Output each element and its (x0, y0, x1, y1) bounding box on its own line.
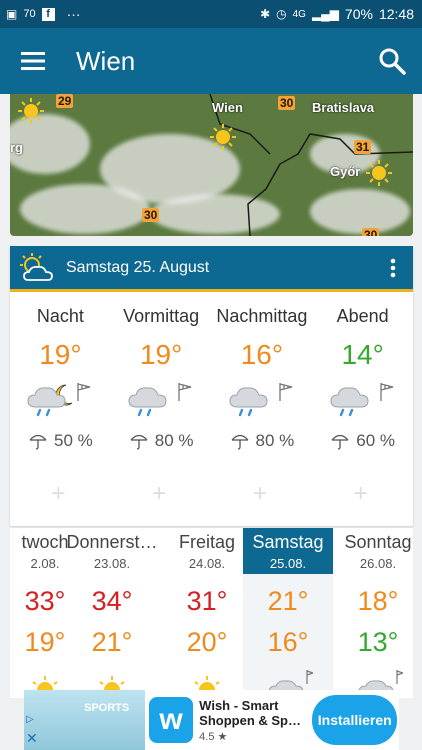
expand-plus-icon[interactable]: + (354, 480, 368, 508)
forecast-day[interactable]: Sonntag 26.08. 18° 13° (333, 528, 413, 698)
forecast-day-name: Samstag (252, 532, 324, 552)
period-temp: 19° (139, 339, 183, 370)
period-column[interactable]: Nacht 19° 50 % + (10, 292, 111, 522)
day-detail-date: Samstag 25. August (66, 258, 210, 276)
app-bar: Wien (0, 28, 422, 94)
period-temp: 19° (39, 339, 82, 370)
rain-probability: 80 % (111, 431, 212, 451)
forecast-max-temp: 18° (357, 586, 399, 616)
rain-percent: 80 % (255, 431, 295, 450)
forecast-min-temp: 21° (91, 627, 133, 657)
wind-icon (279, 383, 293, 401)
period-temp: 16° (240, 339, 284, 370)
forecast-min-temp: 20° (186, 627, 228, 657)
install-button[interactable]: Installieren (312, 695, 397, 745)
day-detail-card: Samstag 25. August Nacht 19° 50 % + Vormitta… (10, 246, 413, 526)
wind-icon (178, 383, 192, 401)
expand-plus-icon[interactable]: + (253, 480, 267, 508)
weather-map[interactable]: Wien Bratislava Győr rg 29 30 31 30 30 (10, 94, 413, 236)
sun-cloud-icon (18, 252, 56, 283)
period-name: Nacht (36, 306, 84, 326)
map-temp: 30 (278, 96, 296, 110)
ad-banner[interactable]: ▷ ✕ SPORTS w Wish - Smart Shoppen & Sp… … (24, 690, 399, 750)
period-name: Vormittag (123, 306, 200, 326)
map-label-gyor: Győr (330, 164, 361, 179)
forecast-min-temp: 13° (357, 627, 399, 657)
rain-percent: 60 % (356, 431, 395, 450)
period-column[interactable]: Abend 14° 60 % + (312, 292, 413, 522)
ad-close-icon[interactable]: ✕ (26, 730, 38, 747)
more-options-icon[interactable] (373, 245, 413, 291)
clock: 12:48 (378, 6, 414, 22)
map-temp: 31 (354, 140, 372, 154)
expand-plus-icon[interactable]: + (51, 480, 65, 508)
rain-probability: 60 % (312, 431, 413, 451)
ad-title: Wish - Smart Shoppen & Sp… (199, 697, 302, 728)
page-title: Wien (76, 45, 136, 76)
ad-image[interactable]: ▷ ✕ SPORTS (24, 690, 145, 750)
sun-icon (210, 124, 236, 150)
period-name: Abend (336, 306, 389, 326)
umbrella-icon (29, 434, 47, 450)
cloud-rain-icon (212, 379, 313, 419)
network-type: 4G (292, 8, 306, 20)
day-detail-header[interactable]: Samstag 25. August (10, 246, 413, 292)
map-temp: 30 (142, 208, 160, 222)
umbrella-icon (231, 434, 248, 450)
umbrella-icon (130, 434, 148, 450)
forecast-day-selected[interactable]: Samstag 25.08. 21° 16° (243, 528, 333, 698)
sun-icon (18, 98, 44, 124)
period-name: Nachmittag (216, 306, 308, 326)
facebook-icon: f (41, 7, 55, 21)
forecast-day-name: Freitag (178, 532, 236, 552)
forecast-max-temp: 34° (91, 586, 133, 616)
signal-icon: ▂▄▆ (311, 7, 339, 21)
status-bar: ▣ 70 f ··· ✱ ◷ 4G ▂▄▆ 70% 12:48 (0, 0, 422, 28)
daily-forecast-strip[interactable]: twoch 2.08. 33° 19° Donnerst… 23.08. 34° 21° Fre… (10, 528, 413, 698)
map-label-partial: rg (10, 140, 23, 155)
ad-sports-text: SPORTS (84, 702, 130, 714)
forecast-max-temp: 31° (186, 586, 228, 616)
cloud-rain-icon (312, 379, 413, 419)
map-label-bratislava: Bratislava (312, 100, 375, 115)
cloud-rain-icon (111, 379, 212, 419)
image-notification-icon: ▣ (6, 7, 18, 21)
map-label-wien: Wien (212, 100, 243, 115)
forecast-day-date: 23.08. (93, 556, 131, 571)
rain-probability: 50 % (10, 431, 111, 451)
sun-icon (366, 160, 392, 186)
bluetooth-icon: ✱ (260, 7, 271, 21)
wish-logo-icon: w (149, 697, 194, 743)
forecast-max-temp: 21° (267, 586, 309, 616)
wind-icon (77, 383, 91, 401)
map-temp: 30 (362, 228, 380, 236)
rain-probability: 80 % (212, 431, 313, 451)
status-left-battery: 70 (23, 8, 36, 20)
forecast-day-name: Donnerst… (66, 532, 158, 552)
forecast-day[interactable]: Freitag 24.08. 31° 20° (162, 528, 252, 698)
moon-cloud-rain-icon (10, 379, 111, 419)
forecast-day-date: 26.08. (359, 556, 397, 571)
hamburger-menu-icon[interactable] (0, 28, 66, 94)
forecast-day[interactable]: Donnerst… 23.08. 34° 21° (62, 528, 162, 698)
forecast-day-date: 25.08. (269, 556, 307, 571)
more-notifications-dots: ··· (66, 6, 81, 22)
ad-choices-icon[interactable]: ▷ (26, 714, 34, 725)
ad-rating: 4.5 ★ (199, 730, 228, 743)
rain-percent: 50 % (54, 431, 93, 450)
alarm-icon: ◷ (276, 7, 287, 21)
forecast-day-date: 24.08. (188, 556, 226, 571)
period-temp: 14° (341, 339, 384, 370)
forecast-day-name: Sonntag (344, 532, 412, 552)
period-column[interactable]: Vormittag 19° 80 % + (111, 292, 212, 522)
battery-percent: 70% (344, 6, 373, 22)
map-temp: 29 (56, 94, 74, 108)
period-column[interactable]: Nachmittag 16° 80 % + (212, 292, 313, 522)
rain-percent: 80 % (154, 431, 194, 450)
umbrella-icon (331, 434, 349, 450)
expand-plus-icon[interactable]: + (152, 480, 166, 508)
search-icon[interactable] (362, 28, 422, 94)
wind-icon (379, 383, 393, 401)
forecast-min-temp: 16° (267, 627, 309, 657)
